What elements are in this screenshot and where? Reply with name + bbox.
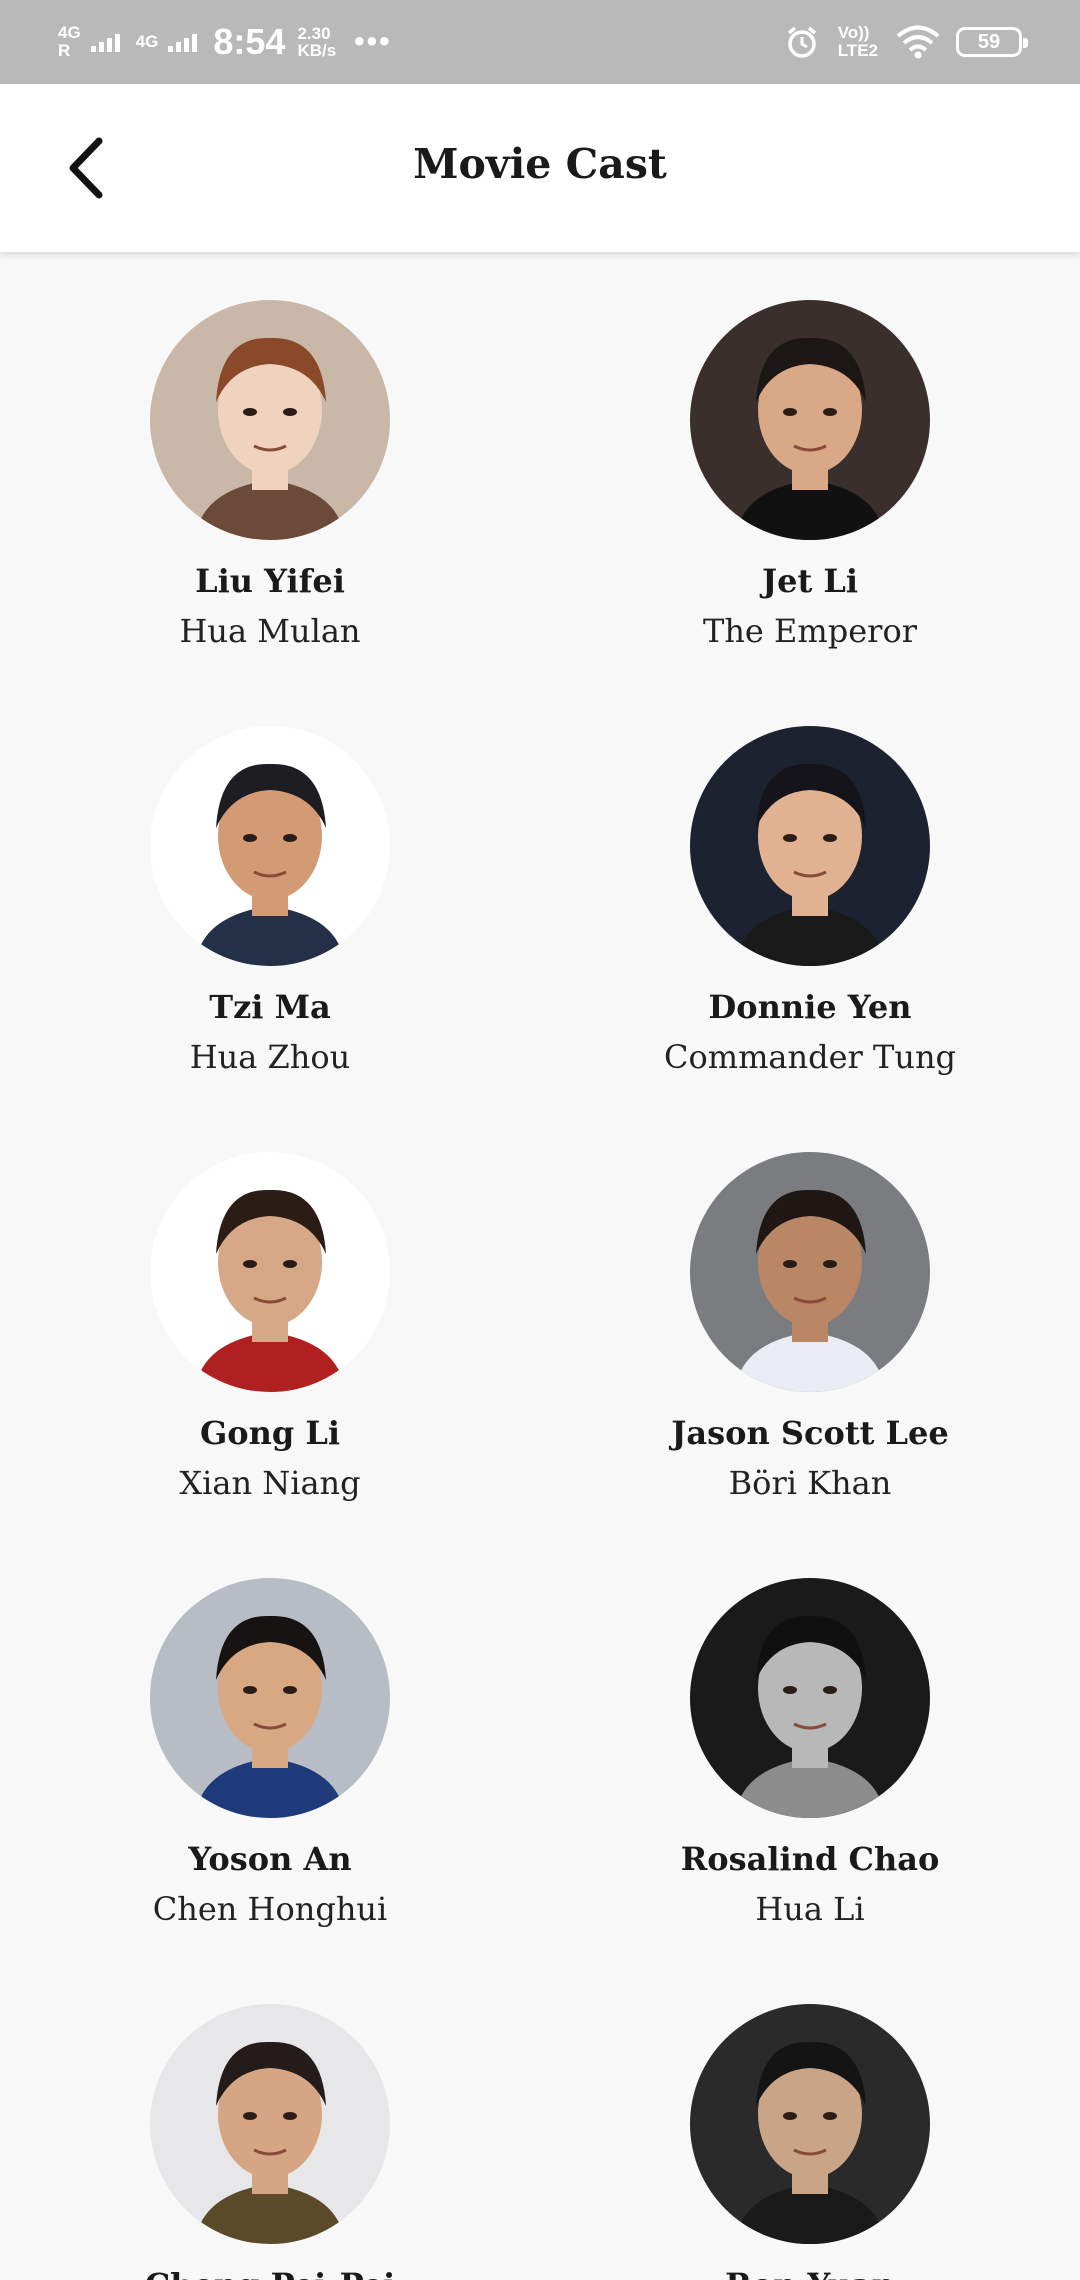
network-type-2: 4G xyxy=(135,32,159,51)
cast-card-ron-yuan[interactable]: Ron Yuan xyxy=(540,1956,1080,2280)
cast-card-yoson-an[interactable]: Yoson An Chen Honghui xyxy=(0,1530,540,1930)
actor-name: Liu Yifei xyxy=(195,562,345,600)
character-name: Hua Li xyxy=(755,1890,865,1928)
more-notifications-icon: ••• xyxy=(354,25,392,58)
network-indicator-2: 4G xyxy=(136,33,159,51)
avatar xyxy=(150,300,390,540)
alarm-icon xyxy=(787,26,816,58)
clock: 8:54 xyxy=(213,21,286,62)
page-title: Movie Cast xyxy=(413,140,667,188)
character-name: Hua Mulan xyxy=(179,612,361,650)
character-name: Xian Niang xyxy=(179,1464,361,1502)
actor-name: Jet Li xyxy=(761,562,859,600)
avatar xyxy=(690,1152,930,1392)
speed-value: 2.30 xyxy=(297,24,331,43)
battery-icon: 59 xyxy=(956,27,1028,57)
actor-name: Donnie Yen xyxy=(708,988,912,1026)
actor-name: Jason Scott Lee xyxy=(671,1414,949,1452)
volte-label: Vo)) xyxy=(837,23,870,42)
actor-name: Yoson An xyxy=(188,1840,352,1878)
speed-unit: KB/s xyxy=(297,41,337,60)
character-name: Chen Honghui xyxy=(152,1890,388,1928)
cast-card-gong-li[interactable]: Gong Li Xian Niang xyxy=(0,1104,540,1504)
status-bar: 4G R 4G 8:54 2.30 KB/s ••• Vo)) LTE2 59 xyxy=(0,0,1080,84)
avatar xyxy=(150,1152,390,1392)
character-name: Böri Khan xyxy=(728,1464,892,1502)
character-name: Commander Tung xyxy=(663,1038,957,1076)
cast-card-jet-li[interactable]: Jet Li The Emperor xyxy=(540,252,1080,652)
cast-card-rosalind-chao[interactable]: Rosalind Chao Hua Li xyxy=(540,1530,1080,1930)
signal-icon xyxy=(90,32,120,52)
avatar xyxy=(150,1578,390,1818)
network-indicator-1: 4G R xyxy=(58,24,81,60)
cast-card-liu-yifei[interactable]: Liu Yifei Hua Mulan xyxy=(0,252,540,652)
avatar xyxy=(150,726,390,966)
actor-name: Cheng Pei-Pei xyxy=(145,2266,396,2280)
avatar xyxy=(150,2004,390,2244)
app-bar: Movie Cast xyxy=(0,84,1080,252)
avatar xyxy=(690,2004,930,2244)
actor-name: Tzi Ma xyxy=(209,988,331,1026)
character-name: Hua Zhou xyxy=(189,1038,351,1076)
status-left: 4G R 4G 8:54 2.30 KB/s ••• xyxy=(58,18,392,66)
avatar xyxy=(690,1578,930,1818)
network-type-1: 4G xyxy=(58,23,81,42)
roaming-indicator: R xyxy=(58,41,71,60)
wifi-icon xyxy=(896,25,940,59)
character-name: The Emperor xyxy=(702,612,918,650)
avatar xyxy=(690,300,930,540)
signal-icon-2 xyxy=(168,32,198,52)
network-speed: 2.30 KB/s xyxy=(297,25,336,59)
cast-card-jason-scott-lee[interactable]: Jason Scott Lee Böri Khan xyxy=(540,1104,1080,1504)
cast-card-donnie-yen[interactable]: Donnie Yen Commander Tung xyxy=(540,678,1080,1078)
cast-card-cheng-pei-pei[interactable]: Cheng Pei-Pei xyxy=(0,1956,540,2280)
actor-name: Gong Li xyxy=(199,1414,341,1452)
volte-indicator: Vo)) LTE2 xyxy=(838,24,878,60)
cast-card-tzi-ma[interactable]: Tzi Ma Hua Zhou xyxy=(0,678,540,1078)
actor-name: Ron Yuan xyxy=(725,2266,895,2280)
actor-name: Rosalind Chao xyxy=(680,1840,940,1878)
avatar xyxy=(690,726,930,966)
status-right: Vo)) LTE2 59 xyxy=(784,18,1028,66)
lte-label: LTE2 xyxy=(837,41,878,60)
